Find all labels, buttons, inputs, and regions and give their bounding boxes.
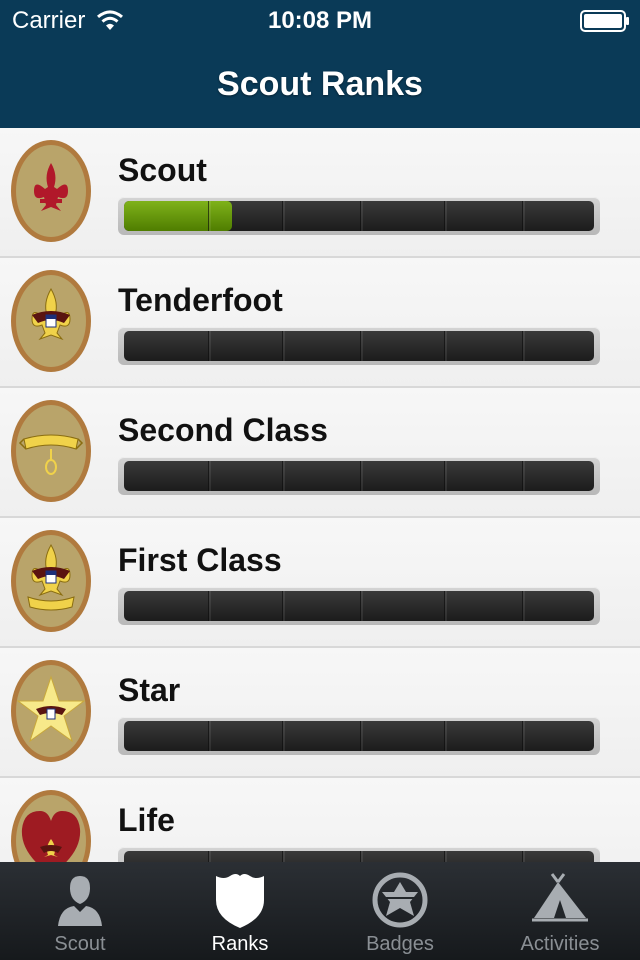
rank-list: Scout Tenderfoot Second Class First Clas…	[0, 128, 640, 862]
rank-progress-bar	[118, 717, 600, 755]
rank-progress-bar	[118, 327, 600, 365]
eagle-scroll-icon	[11, 530, 91, 632]
rank-name: First Class	[118, 542, 282, 578]
emblem-icon	[372, 872, 428, 928]
rank-progress-bar	[118, 847, 600, 862]
rank-row-star[interactable]: Star	[0, 648, 640, 778]
star-icon	[11, 660, 91, 762]
rank-progress-bar	[118, 587, 600, 625]
progress-fill	[124, 201, 232, 231]
scroll-icon	[11, 400, 91, 502]
status-time: 10:08 PM	[267, 7, 373, 34]
rank-name: Second Class	[118, 412, 328, 448]
rank-progress-bar	[118, 457, 600, 495]
top-bar: Carrier 10:08 PM Scout Ranks	[0, 0, 640, 128]
tab-label: Scout	[54, 933, 106, 955]
rank-row-scout[interactable]: Scout	[0, 128, 640, 258]
rank-progress-bar	[118, 197, 600, 235]
shield-icon	[216, 874, 264, 928]
tab-label: Activities	[520, 933, 600, 955]
person-icon	[58, 876, 102, 926]
tent-icon	[532, 873, 588, 922]
rank-name: Life	[118, 802, 175, 838]
rank-row-tenderfoot[interactable]: Tenderfoot	[0, 258, 640, 388]
rank-row-second-class[interactable]: Second Class	[0, 388, 640, 518]
rank-row-first-class[interactable]: First Class	[0, 518, 640, 648]
battery-icon	[580, 10, 629, 32]
tab-activities[interactable]: Activities	[480, 862, 640, 960]
tab-ranks[interactable]: Ranks	[160, 862, 320, 960]
fleur-de-lis-icon	[11, 140, 91, 242]
rank-row-life[interactable]: Life	[0, 778, 640, 862]
tab-label: Badges	[366, 933, 434, 955]
page-title: Scout Ranks	[217, 65, 423, 103]
tab-bar: Scout Ranks Badges Activities	[0, 862, 640, 960]
rank-name: Scout	[118, 152, 207, 188]
status-bar: Carrier 10:08 PM	[0, 0, 640, 40]
tab-badges[interactable]: Badges	[320, 862, 480, 960]
rank-name: Star	[118, 672, 181, 708]
heart-icon	[11, 790, 91, 862]
eagle-fleur-icon	[11, 270, 91, 372]
rank-name: Tenderfoot	[118, 282, 283, 318]
tab-label: Ranks	[211, 933, 269, 955]
tab-scout[interactable]: Scout	[0, 862, 160, 960]
